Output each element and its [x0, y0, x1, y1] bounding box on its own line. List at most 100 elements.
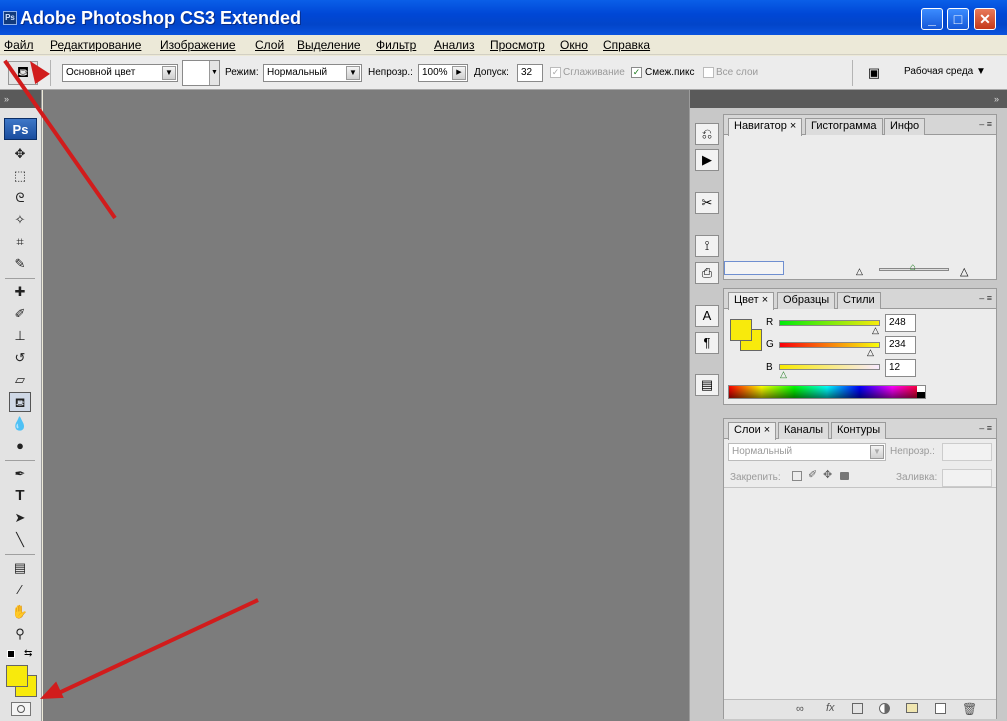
menu-edit[interactable]: Редактирование	[50, 38, 141, 52]
magic-wand-tool-icon[interactable]: ✧	[9, 210, 31, 230]
menu-analysis[interactable]: Анализ	[434, 38, 475, 52]
notes-tool-icon[interactable]: ▤	[9, 558, 31, 578]
panel-menu-icon[interactable]: – ≡	[979, 423, 992, 433]
group-icon[interactable]	[906, 703, 918, 713]
contiguous-checkbox[interactable]: ✓	[631, 67, 642, 78]
quick-mask-icon[interactable]	[11, 702, 31, 716]
menu-layer[interactable]: Слой	[255, 38, 284, 52]
path-selection-tool-icon[interactable]: ➤	[9, 508, 31, 528]
pattern-picker[interactable]: ▼	[182, 60, 220, 86]
tab-channels[interactable]: Каналы	[778, 422, 830, 439]
g-input[interactable]: 234	[885, 336, 916, 354]
default-colors-icon[interactable]	[7, 650, 15, 658]
dodge-tool-icon[interactable]: ●	[9, 436, 31, 456]
panel-menu-icon[interactable]: – ≡	[979, 119, 992, 129]
canvas-workspace[interactable]	[43, 90, 689, 721]
paragraph-panel-icon[interactable]: ¶	[695, 332, 719, 354]
mask-icon[interactable]	[852, 703, 863, 714]
healing-brush-tool-icon[interactable]: ✚	[9, 282, 31, 302]
history-panel-icon[interactable]: ⎌	[695, 123, 719, 145]
layer-comps-icon[interactable]: ▤	[695, 374, 719, 396]
b-input[interactable]: 12	[885, 359, 916, 377]
menu-file[interactable]: Файл	[4, 38, 34, 52]
menu-view[interactable]: Просмотр	[490, 38, 545, 52]
tab-info[interactable]: Инфо	[884, 118, 926, 135]
menu-window[interactable]: Окно	[560, 38, 588, 52]
hand-tool-icon[interactable]: ✋	[9, 602, 31, 622]
chevron-right-icon[interactable]: ▶	[452, 66, 466, 80]
tab-color[interactable]: Цвет ×	[728, 292, 775, 310]
g-slider[interactable]	[779, 342, 880, 348]
all-layers-checkbox[interactable]	[703, 67, 714, 78]
maximize-button[interactable]: □	[947, 8, 969, 30]
lock-all-icon[interactable]	[840, 472, 849, 480]
layer-blend-mode-select[interactable]: Нормальный ▼	[728, 443, 886, 461]
tab-paths[interactable]: Контуры	[831, 422, 887, 439]
panel-menu-icon[interactable]: – ≡	[979, 293, 992, 303]
r-input[interactable]: 248	[885, 314, 916, 332]
tab-navigator[interactable]: Навигатор ×	[728, 118, 803, 136]
fill-source-select[interactable]: Основной цвет ▼	[62, 64, 178, 82]
b-slider-handle[interactable]: △	[780, 369, 787, 380]
workspace-label[interactable]: Рабочая среда	[904, 66, 973, 77]
menu-filter[interactable]: Фильтр	[376, 38, 416, 52]
lock-transparency-icon[interactable]	[792, 471, 802, 481]
blur-tool-icon[interactable]: 💧	[9, 414, 31, 434]
clone-source-icon[interactable]: ⎙	[695, 262, 719, 284]
lock-pixels-icon[interactable]: ✐	[808, 468, 817, 481]
workspace-arrow-icon[interactable]: ▼	[976, 66, 986, 77]
trash-icon[interactable]: 🗑	[962, 702, 977, 716]
opacity-input[interactable]: 100% ▶	[418, 64, 468, 82]
menu-select[interactable]: Выделение	[297, 38, 361, 52]
type-tool-icon[interactable]: T	[9, 486, 31, 506]
tolerance-input[interactable]: 32	[517, 64, 543, 82]
tab-styles[interactable]: Стили	[837, 292, 881, 309]
fx-icon[interactable]: fx	[826, 702, 835, 714]
bridge-icon[interactable]: ▣	[862, 63, 886, 83]
pen-tool-icon[interactable]: ✒	[9, 464, 31, 484]
zoom-tool-icon[interactable]: ⚲	[9, 624, 31, 644]
lock-position-icon[interactable]: ✥	[823, 468, 832, 481]
foreground-color-swatch[interactable]	[6, 665, 28, 687]
menu-image[interactable]: Изображение	[160, 38, 236, 52]
antialias-checkbox[interactable]: ✓	[550, 67, 561, 78]
crop-tool-icon[interactable]: ⌗	[9, 232, 31, 252]
r-slider[interactable]	[779, 320, 880, 326]
eyedropper-tool-icon[interactable]: ⁄	[9, 580, 31, 600]
clone-stamp-tool-icon[interactable]: ⊥	[9, 326, 31, 346]
ps-logo[interactable]: Ps	[4, 118, 37, 140]
adjustment-icon[interactable]	[879, 703, 890, 714]
slice-tool-icon[interactable]: ✎	[9, 254, 31, 274]
g-slider-handle[interactable]: △	[867, 347, 874, 358]
r-slider-handle[interactable]: △	[872, 325, 879, 336]
mode-select[interactable]: Нормальный ▼	[263, 64, 362, 82]
navigator-zoom-field[interactable]	[724, 261, 784, 275]
dock-grip[interactable]	[690, 90, 723, 108]
swap-colors-icon[interactable]: ⇆	[24, 648, 32, 659]
brushes-panel-icon[interactable]: ⟟	[695, 235, 719, 257]
zoom-slider-handle[interactable]: ⌂	[910, 262, 916, 273]
brush-tool-icon[interactable]: ✐	[9, 304, 31, 324]
actions-panel-icon[interactable]: ▶	[695, 149, 719, 171]
history-brush-tool-icon[interactable]: ↺	[9, 348, 31, 368]
tab-swatches[interactable]: Образцы	[777, 292, 836, 309]
layer-opacity-input[interactable]	[942, 443, 992, 461]
close-button[interactable]: ✕	[974, 8, 996, 30]
photoshop-app-icon[interactable]: Ps	[3, 11, 17, 25]
menu-help[interactable]: Справка	[603, 38, 650, 52]
zoom-out-icon[interactable]: △	[856, 266, 863, 277]
color-ramp[interactable]	[728, 385, 926, 399]
tool-presets-icon[interactable]: ✂	[695, 192, 719, 214]
move-tool-icon[interactable]: ✥	[9, 144, 31, 164]
link-icon[interactable]: ∞	[796, 703, 804, 715]
lasso-tool-icon[interactable]: ᘓ	[9, 188, 31, 208]
b-slider[interactable]	[779, 364, 880, 370]
eraser-tool-icon[interactable]: ▱	[9, 370, 31, 390]
minimize-button[interactable]: _	[921, 8, 943, 30]
color-foreground-swatch[interactable]	[730, 319, 752, 341]
paint-bucket-tool-icon[interactable]: ⛾	[9, 392, 31, 412]
tab-histogram[interactable]: Гистограмма	[805, 118, 883, 135]
tab-layers[interactable]: Слои ×	[728, 422, 777, 440]
line-tool-icon[interactable]: ╲	[9, 530, 31, 550]
marquee-tool-icon[interactable]: ⬚	[9, 166, 31, 186]
